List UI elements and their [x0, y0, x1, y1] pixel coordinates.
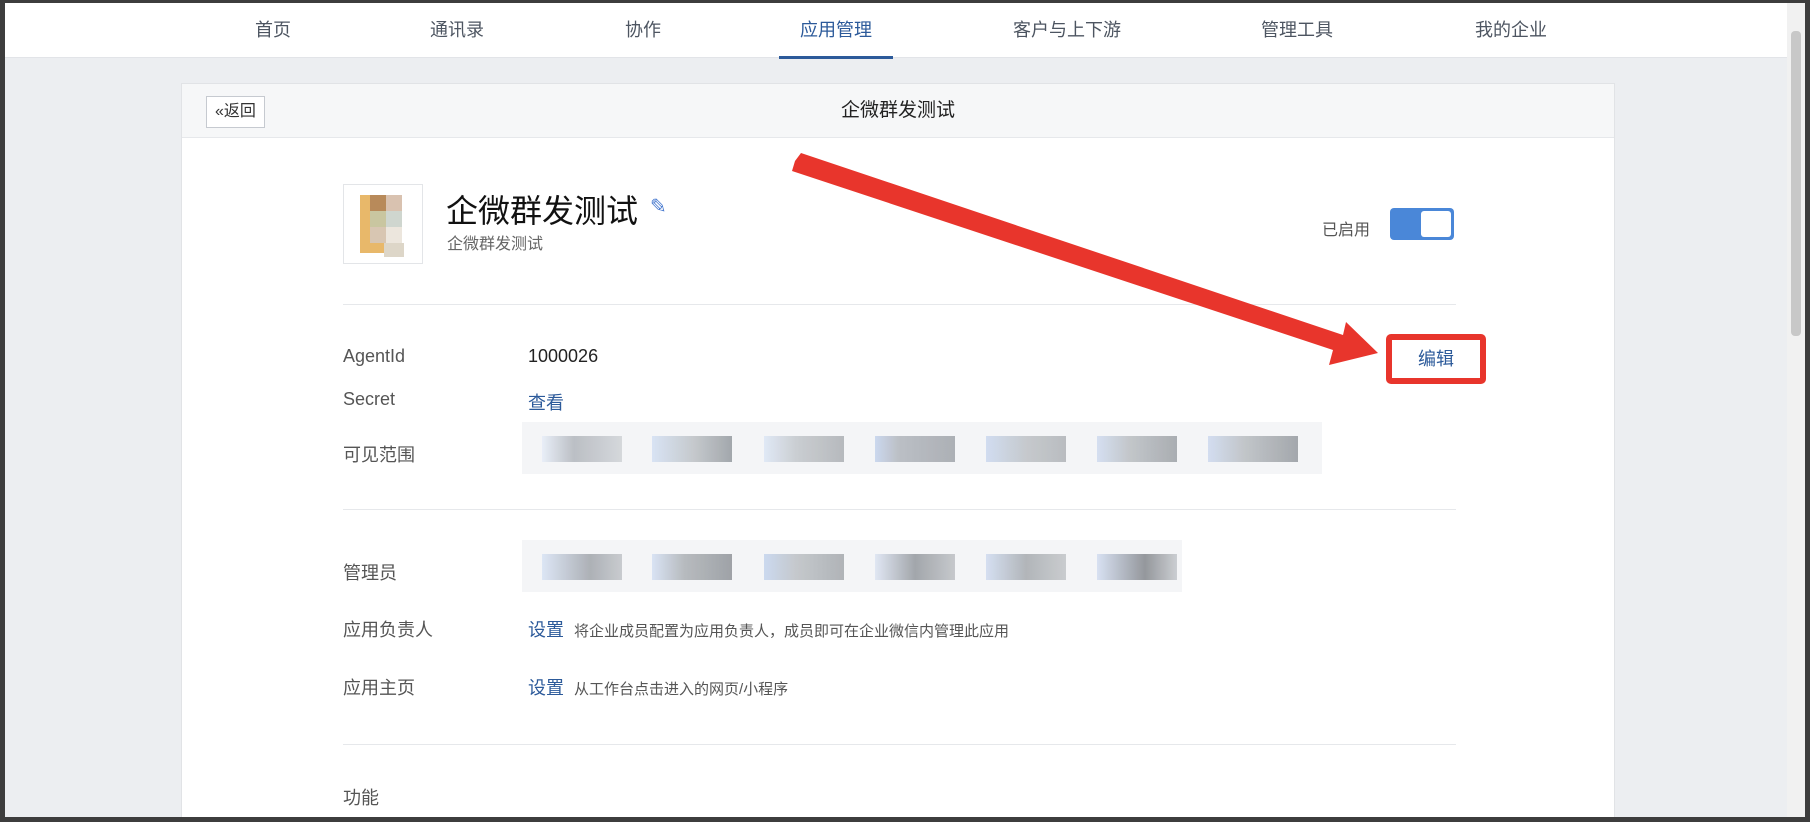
app-description: 企微群发测试 — [447, 236, 544, 253]
nav-admin-tools[interactable]: 管理工具 — [1249, 3, 1345, 58]
homepage-row: 设置 从工作台点击进入的网页/小程序 — [528, 674, 788, 700]
secret-view-link[interactable]: 查看 — [528, 389, 564, 415]
nav-app-management[interactable]: 应用管理 — [779, 3, 893, 59]
enable-toggle[interactable] — [1390, 208, 1454, 240]
app-owner-hint: 将企业成员配置为应用负责人，成员即可在企业微信内管理此应用 — [574, 623, 1010, 640]
page-scrollbar[interactable] — [1787, 3, 1805, 817]
nav-contacts[interactable]: 通讯录 — [417, 3, 497, 58]
features-label: 功能 — [343, 788, 379, 808]
homepage-hint: 从工作台点击进入的网页/小程序 — [574, 681, 789, 698]
agentid-value: 1000026 — [528, 346, 599, 366]
toggle-knob — [1421, 211, 1451, 237]
visible-scope-members — [522, 422, 1322, 474]
nav-my-enterprise[interactable]: 我的企业 — [1461, 3, 1561, 58]
app-detail-card: «返回 企微群发测试 企微群发测试 ✎ 企微群发测试 已启用 AgentId 1… — [181, 83, 1615, 817]
homepage-label: 应用主页 — [343, 678, 415, 698]
admin-members — [522, 540, 1182, 592]
app-owner-label: 应用负责人 — [343, 620, 433, 640]
divider — [343, 304, 1456, 305]
top-navigation: 首页 通讯录 协作 应用管理 客户与上下游 管理工具 我的企业 — [5, 3, 1790, 59]
browser-frame: 首页 通讯录 协作 应用管理 客户与上下游 管理工具 我的企业 «返回 企微群发… — [0, 0, 1810, 822]
page-title: 企微群发测试 — [840, 100, 955, 121]
edit-button[interactable]: 编辑 — [1386, 334, 1486, 384]
nav-customers[interactable]: 客户与上下游 — [1005, 3, 1129, 58]
app-logo-icon — [343, 184, 423, 264]
divider — [343, 509, 1456, 510]
visible-scope-label: 可见范围 — [343, 445, 415, 465]
nav-home[interactable]: 首页 — [233, 3, 313, 58]
secret-label: Secret — [343, 389, 396, 409]
agentid-label: AgentId — [343, 346, 406, 366]
card-header: «返回 企微群发测试 — [182, 84, 1614, 138]
app-name: 企微群发测试 — [446, 193, 639, 229]
enabled-status-label: 已启用 — [1322, 222, 1371, 239]
admin-label: 管理员 — [343, 563, 397, 583]
edit-name-pencil-icon[interactable]: ✎ — [650, 194, 667, 219]
homepage-set-link[interactable]: 设置 — [528, 678, 564, 698]
nav-collaboration[interactable]: 协作 — [603, 3, 683, 58]
scrollbar-thumb[interactable] — [1791, 31, 1801, 336]
app-owner-row: 设置 将企业成员配置为应用负责人，成员即可在企业微信内管理此应用 — [528, 616, 1009, 642]
app-owner-set-link[interactable]: 设置 — [528, 620, 564, 640]
divider — [343, 744, 1456, 745]
